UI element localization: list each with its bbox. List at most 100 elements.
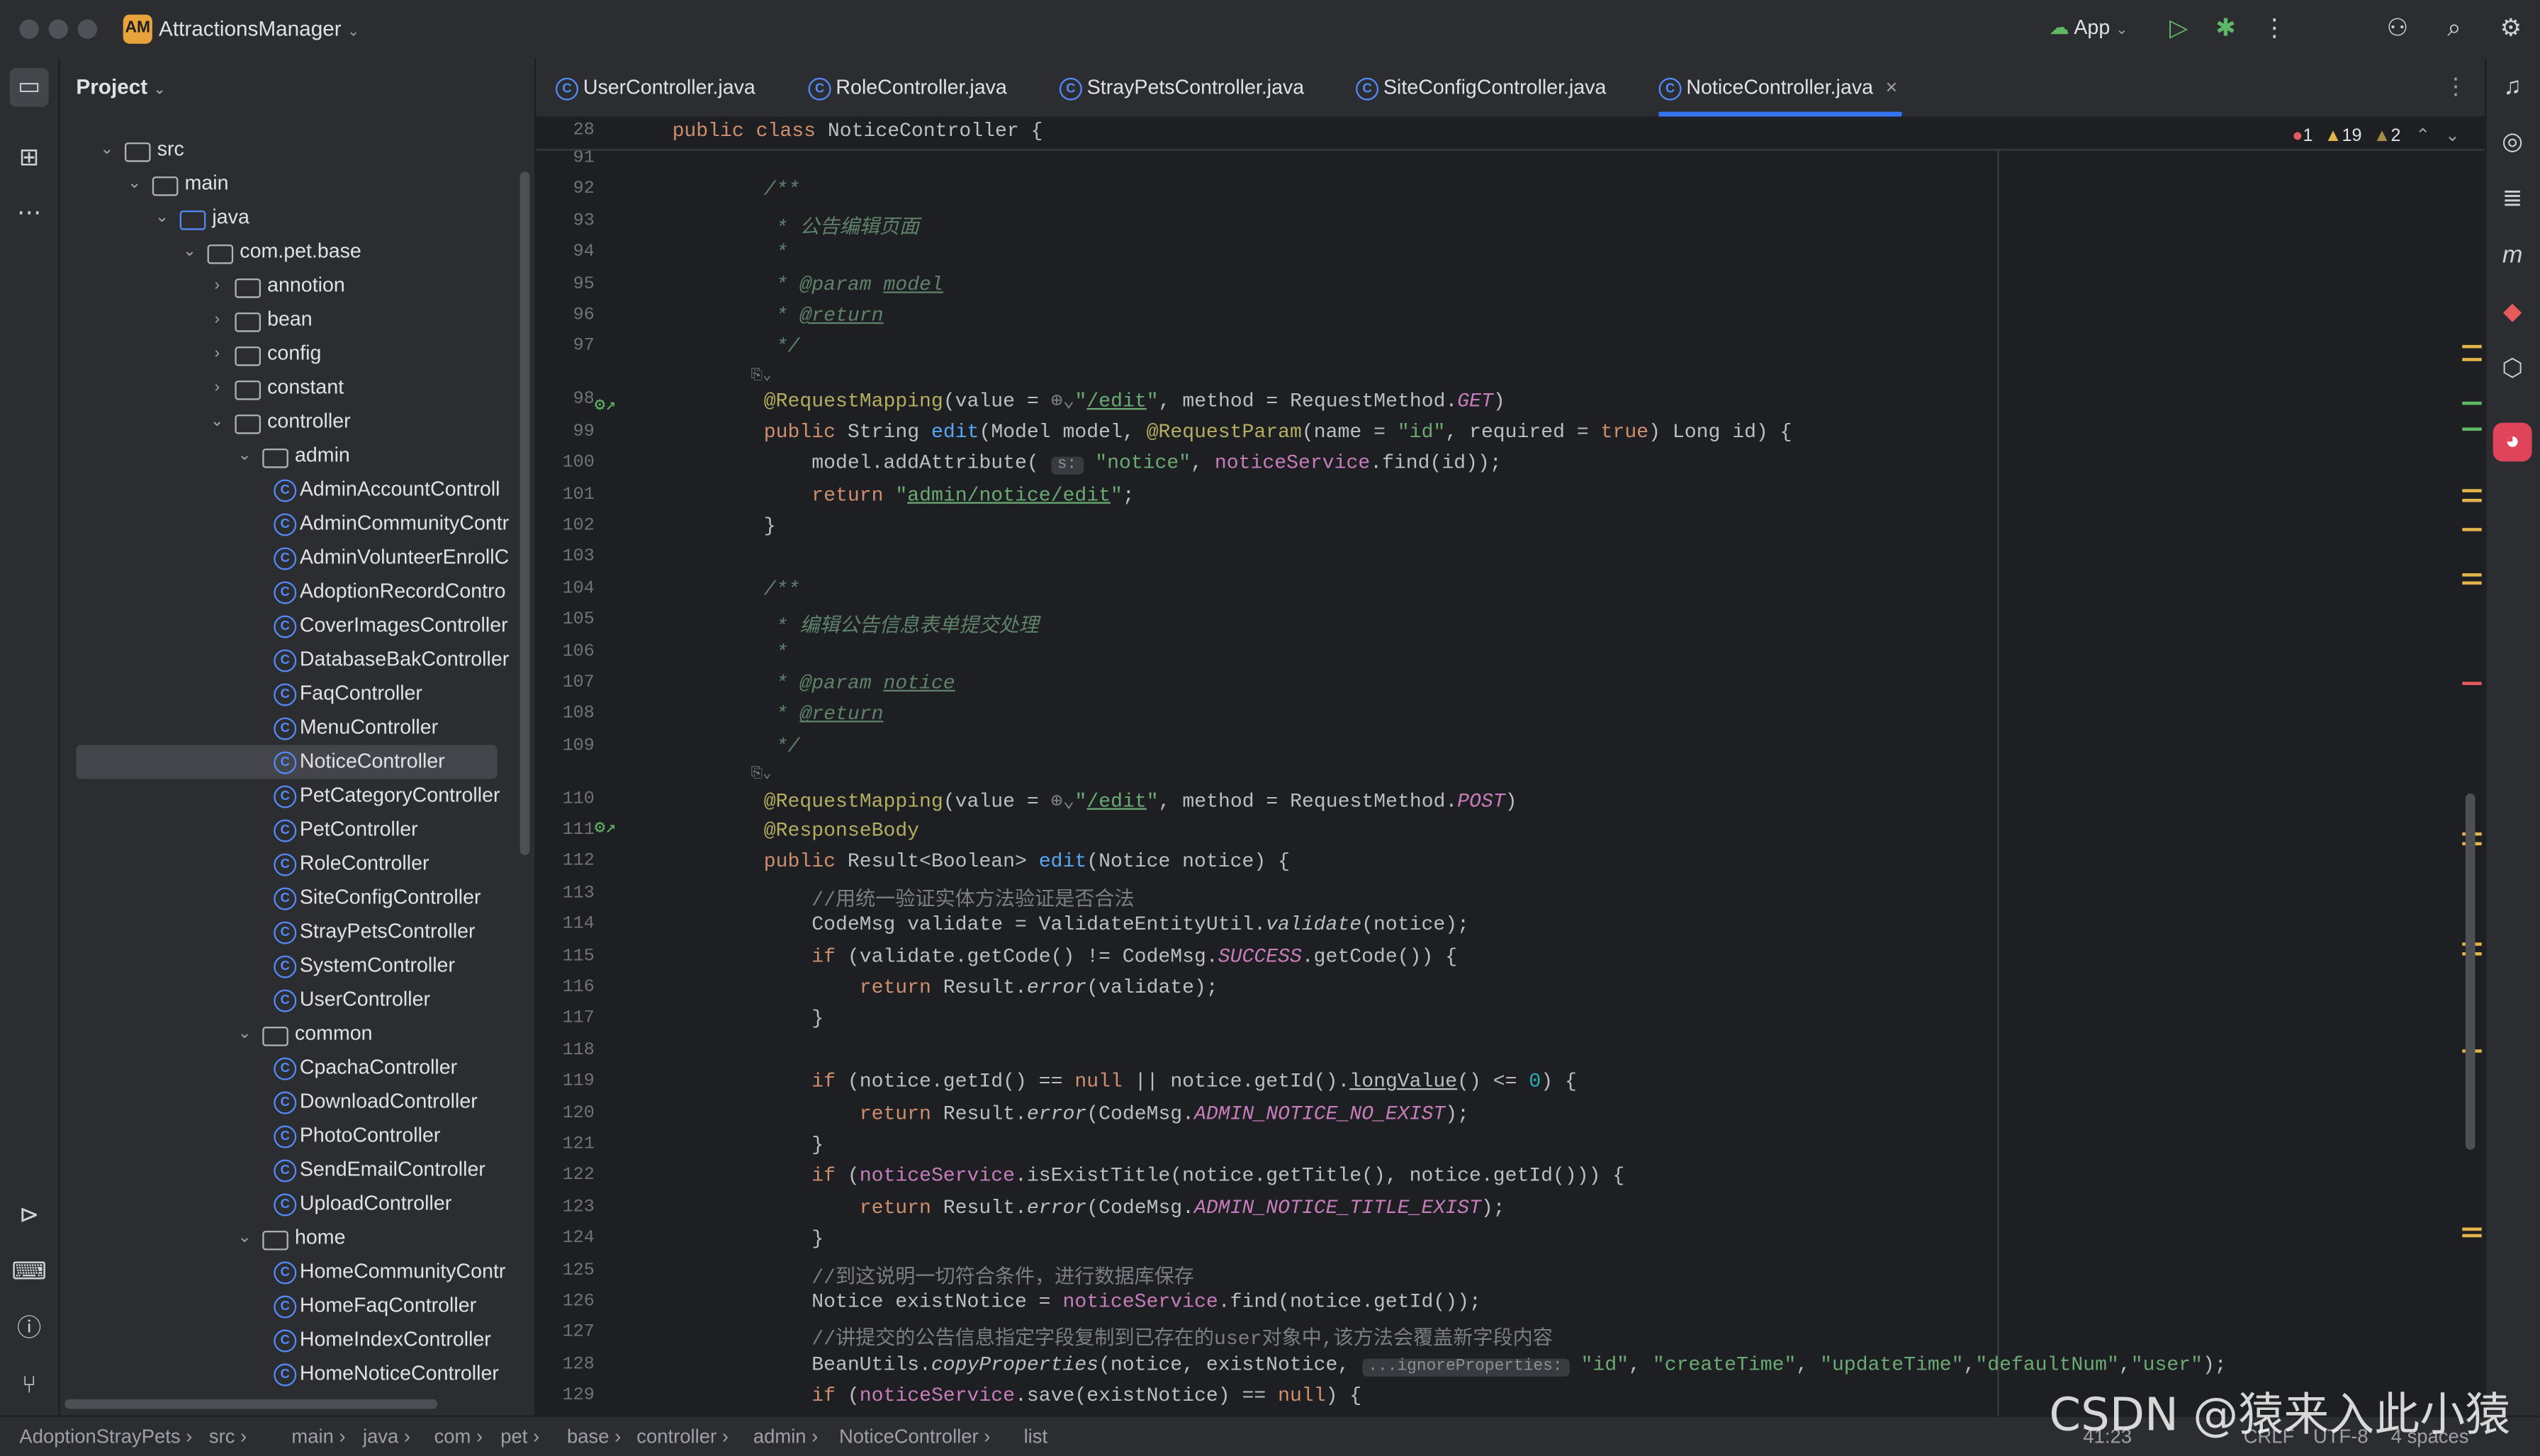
breadcrumb-item[interactable]: main › bbox=[291, 1417, 345, 1456]
editor-tab[interactable]: C StrayPetsController.java bbox=[1059, 58, 1314, 116]
problems-icon[interactable]: ⓘ bbox=[10, 1310, 49, 1349]
chevron-up-icon[interactable]: ⌃ bbox=[2415, 126, 2430, 145]
tree-item-class[interactable]: C DownloadController bbox=[60, 1085, 535, 1119]
zoom-window-button[interactable] bbox=[77, 19, 98, 39]
add-user-icon[interactable]: ⚇ bbox=[2381, 13, 2414, 45]
tree-item-class[interactable]: C HomeCommunityContr bbox=[60, 1255, 535, 1289]
tree-item-class[interactable]: C AdminVolunteerEnrollC bbox=[60, 541, 535, 575]
tree-item-class[interactable]: C SiteConfigController bbox=[60, 881, 535, 915]
chevron-down-icon[interactable]: ⌄ bbox=[125, 167, 144, 201]
tree-item-class[interactable]: C UserController bbox=[60, 983, 535, 1017]
chevron-down-icon[interactable]: ⌄ bbox=[235, 439, 254, 473]
services-run-icon[interactable]: ⊳ bbox=[10, 1197, 49, 1236]
database-icon[interactable]: ≣ bbox=[2493, 180, 2532, 219]
editor-tab[interactable]: C RoleController.java bbox=[808, 58, 1017, 116]
tree-item-class[interactable]: C HomeIndexController bbox=[60, 1323, 535, 1357]
tree-item-class[interactable]: C AdminCommunityContr bbox=[60, 507, 535, 541]
editor-tab[interactable]: C SiteConfigController.java bbox=[1356, 58, 1616, 116]
chevron-down-icon[interactable]: ⌄ bbox=[180, 235, 199, 269]
tree-item-class[interactable]: C FaqController bbox=[60, 677, 535, 711]
notifications-bell-icon[interactable]: ♫ bbox=[2493, 68, 2532, 107]
debug-icon[interactable]: ✱ bbox=[2210, 13, 2242, 45]
tree-item-class[interactable]: C CoverImagesController bbox=[60, 609, 535, 643]
breadcrumb-item[interactable]: base › bbox=[567, 1417, 621, 1456]
tree-item-class[interactable]: C MenuController bbox=[60, 711, 535, 745]
warning-stripe[interactable] bbox=[2462, 498, 2482, 502]
tree-item-folder[interactable]: ⌄ common bbox=[60, 1017, 535, 1051]
maven-icon[interactable]: m bbox=[2493, 237, 2532, 276]
more-tools-icon[interactable]: ⋯ bbox=[10, 194, 49, 233]
breadcrumb-item[interactable]: admin › bbox=[753, 1417, 818, 1456]
close-window-button[interactable] bbox=[19, 19, 39, 39]
more-actions-icon[interactable]: ⋮ bbox=[2258, 13, 2291, 45]
minimize-window-button[interactable] bbox=[48, 19, 68, 39]
warning-stripe[interactable] bbox=[2462, 489, 2482, 492]
editor-tab[interactable]: C UserController.java bbox=[555, 58, 765, 116]
warning-stripe[interactable] bbox=[2462, 1234, 2482, 1238]
tree-item-class[interactable]: C HomeNoticeController bbox=[60, 1357, 535, 1391]
plugin-bird-icon[interactable]: ◆ bbox=[2493, 293, 2532, 332]
tree-item-folder[interactable]: › bean bbox=[60, 303, 535, 337]
tree-item-folder[interactable]: ⌄ home bbox=[60, 1221, 535, 1255]
editor-vertical-scrollbar[interactable] bbox=[2465, 793, 2476, 1150]
breadcrumb-item[interactable]: NoticeController › bbox=[839, 1417, 990, 1456]
project-folder-icon[interactable]: ▭ bbox=[9, 67, 49, 107]
chevron-down-icon[interactable]: ⌄ bbox=[152, 201, 172, 235]
tab-options-icon[interactable]: ⋮ bbox=[2444, 73, 2467, 101]
project-switcher[interactable]: AttractionsManager ⌄ bbox=[159, 16, 359, 40]
editor-tab[interactable]: C NoticeController.java × bbox=[1658, 58, 1903, 117]
chevron-right-icon[interactable]: › bbox=[208, 337, 227, 371]
tree-item-class[interactable]: C HomeFaqController bbox=[60, 1289, 535, 1323]
tree-horizontal-scrollbar[interactable] bbox=[64, 1399, 438, 1409]
chevron-down-icon[interactable]: ⌄ bbox=[2445, 126, 2460, 145]
warning-stripe[interactable] bbox=[2462, 344, 2482, 349]
chevron-down-icon[interactable]: ⌄ bbox=[235, 1017, 254, 1051]
breadcrumb-item[interactable]: src › bbox=[209, 1417, 247, 1456]
tree-vertical-scrollbar[interactable] bbox=[519, 171, 530, 855]
bean-gutter-icon[interactable]: ⚙↗ bbox=[595, 816, 616, 839]
plugin-hex-icon[interactable]: ⬡ bbox=[2493, 350, 2532, 389]
tree-item-folder[interactable]: › constant bbox=[60, 371, 535, 405]
tree-item-class[interactable]: C NoticeController bbox=[60, 745, 535, 779]
chevron-down-icon[interactable]: ⌄ bbox=[97, 132, 116, 167]
search-icon[interactable]: ⌕ bbox=[2438, 13, 2471, 45]
tree-item-class[interactable]: C PetCategoryController bbox=[60, 779, 535, 813]
run-config-selector[interactable]: ☁ App ⌄ bbox=[2049, 15, 2128, 39]
bean-gutter-icon[interactable]: ⚙↗ bbox=[595, 393, 616, 416]
tree-item-class[interactable]: C AdoptionRecordContro bbox=[60, 575, 535, 609]
tree-item-folder[interactable]: ⌄ java bbox=[60, 201, 535, 235]
warning-stripe[interactable] bbox=[2462, 528, 2482, 531]
chevron-down-icon[interactable]: ⌄ bbox=[208, 405, 227, 439]
warning-stripe[interactable] bbox=[2462, 573, 2482, 577]
change-stripe[interactable] bbox=[2462, 401, 2482, 405]
inspection-widget[interactable]: ●1 ▲19 ▲2 ⌃ ⌄ bbox=[2292, 125, 2460, 145]
warning-stripe[interactable] bbox=[2462, 1227, 2482, 1231]
plugin-app-icon[interactable]: ◕ bbox=[2493, 422, 2532, 462]
tree-item-folder[interactable]: ⌄ controller bbox=[60, 405, 535, 439]
run-icon[interactable]: ▷ bbox=[2162, 13, 2195, 45]
error-stripe[interactable] bbox=[2462, 682, 2482, 685]
warning-stripe[interactable] bbox=[2462, 581, 2482, 585]
tree-item-class[interactable]: C SendEmailController bbox=[60, 1153, 535, 1187]
tree-item-folder[interactable]: › config bbox=[60, 337, 535, 371]
breadcrumb-item[interactable]: AdoptionStrayPets › bbox=[19, 1417, 192, 1456]
tree-item-class[interactable]: C AdminAccountControll bbox=[60, 473, 535, 507]
tree-item-class[interactable]: C UploadController bbox=[60, 1187, 535, 1221]
tree-item-folder[interactable]: ⌄ main bbox=[60, 167, 535, 201]
breadcrumb-item[interactable]: java › bbox=[363, 1417, 410, 1456]
tree-item-folder[interactable]: ⌄ com.pet.base bbox=[60, 235, 535, 269]
breadcrumb-item[interactable]: list bbox=[1024, 1417, 1048, 1456]
tree-item-class[interactable]: C RoleController bbox=[60, 847, 535, 881]
chevron-down-icon[interactable]: ⌄ bbox=[235, 1221, 254, 1255]
breadcrumb-item[interactable]: controller › bbox=[636, 1417, 729, 1456]
tree-item-class[interactable]: C PetController bbox=[60, 813, 535, 847]
chevron-right-icon[interactable]: › bbox=[208, 303, 227, 337]
settings-gear-icon[interactable]: ⚙ bbox=[2495, 13, 2527, 45]
structure-icon[interactable]: ⊞ bbox=[10, 140, 49, 179]
tree-item-class[interactable]: C StrayPetsController bbox=[60, 915, 535, 949]
code-editor[interactable]: 91 92 /** 93 * 公告编辑页面 94 * 95 * @param model… bbox=[536, 116, 2485, 1416]
tree-item-class[interactable]: C DatabaseBakController bbox=[60, 643, 535, 677]
tree-item-class[interactable]: C PhotoController bbox=[60, 1119, 535, 1153]
breadcrumb-item[interactable]: com › bbox=[434, 1417, 483, 1456]
tree-item-folder[interactable]: ⌄ admin bbox=[60, 439, 535, 473]
